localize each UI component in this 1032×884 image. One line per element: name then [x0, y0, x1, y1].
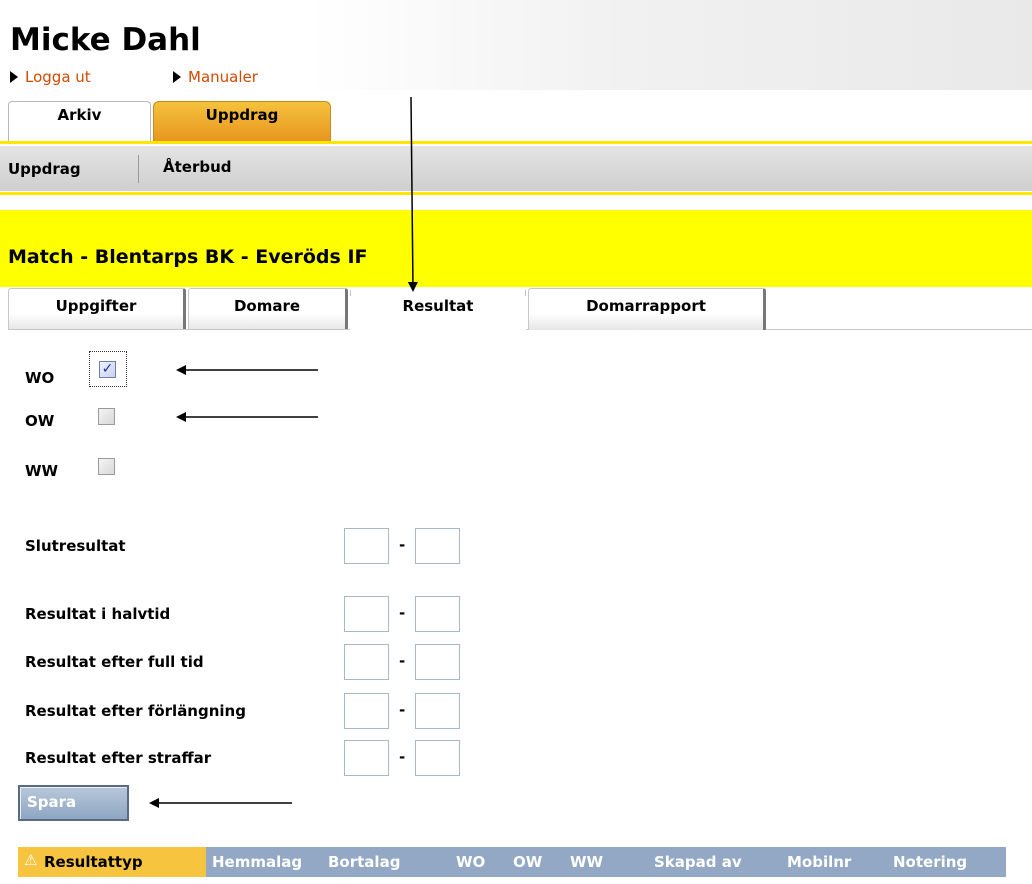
arrow-to-resultat-tab — [407, 96, 418, 292]
annotation-arrows — [149, 96, 418, 808]
